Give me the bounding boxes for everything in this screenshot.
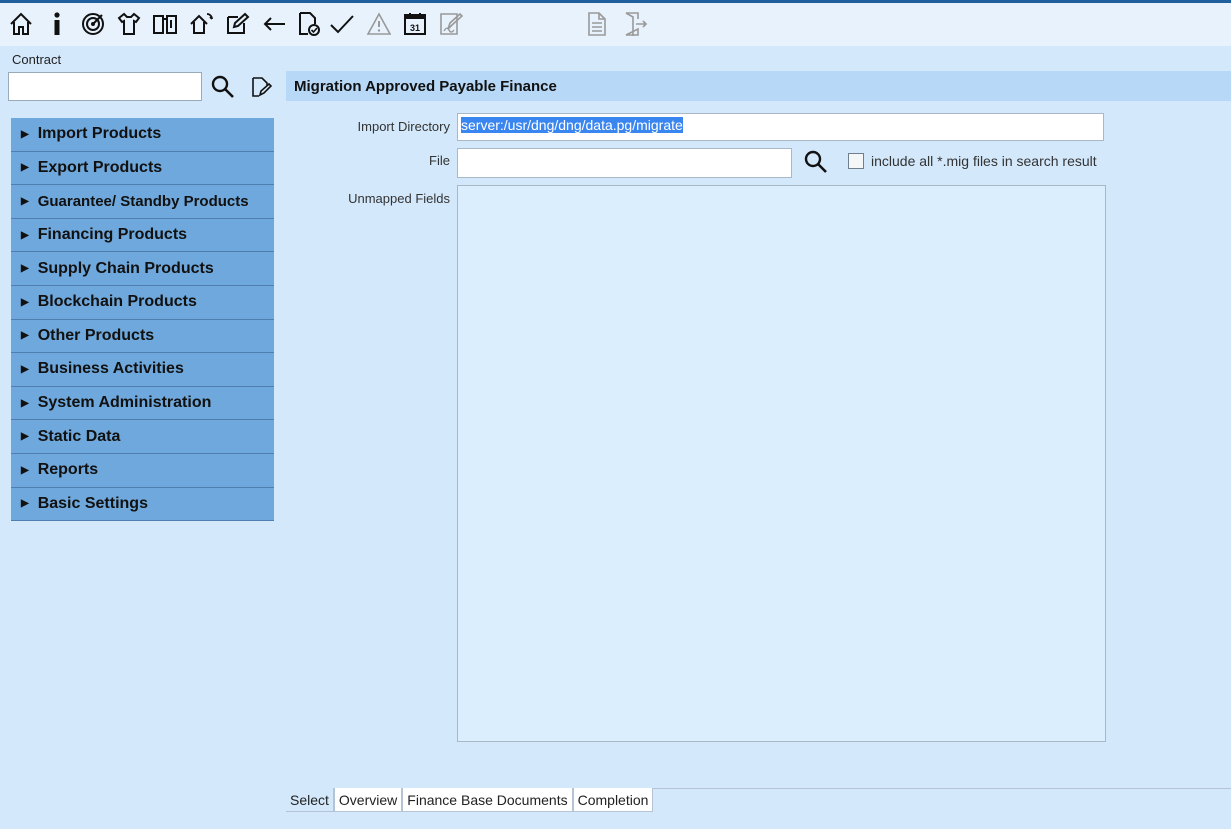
expand-arrow-icon: ▶ bbox=[21, 330, 29, 342]
menu-item-label: Import Products bbox=[37, 125, 162, 143]
file-label: File bbox=[429, 153, 450, 168]
contract-label: Contract bbox=[12, 52, 62, 67]
expand-arrow-icon: ▶ bbox=[21, 363, 29, 375]
panel-title: Migration Approved Payable Finance bbox=[286, 71, 1231, 101]
menu-item-blockchain-products[interactable]: ▶ Blockchain Products bbox=[11, 285, 274, 320]
tab-completion[interactable]: Completion bbox=[572, 788, 654, 812]
book-icon[interactable] bbox=[150, 9, 180, 39]
include-mig-files-label: include all *.mig files in search result bbox=[871, 153, 1097, 169]
tab-finance-base-documents[interactable]: Finance Base Documents bbox=[402, 788, 573, 812]
menu-item-label: Guarantee/ Standby Products bbox=[37, 192, 249, 210]
menu-item-label: Export Products bbox=[37, 158, 163, 176]
menu-item-basic-settings[interactable]: ▶ Basic Settings bbox=[11, 487, 274, 522]
menu-item-label: Blockchain Products bbox=[37, 293, 197, 311]
tab-select[interactable]: Select bbox=[286, 788, 334, 812]
expand-arrow-icon: ▶ bbox=[21, 296, 29, 308]
menu-item-supply-chain-products[interactable]: ▶ Supply Chain Products bbox=[11, 252, 274, 286]
expand-arrow-icon: ▶ bbox=[21, 464, 29, 476]
import-directory-label: Import Directory bbox=[357, 119, 450, 134]
document-edit-icon[interactable] bbox=[248, 75, 273, 99]
import-directory-input[interactable]: server:/usr/dng/dng/data.pg/migrate bbox=[457, 113, 1104, 141]
menu-item-financing-products[interactable]: ▶ Financing Products bbox=[11, 218, 274, 253]
toolbar: 31 bbox=[0, 3, 1231, 46]
menu-item-reports[interactable]: ▶ Reports bbox=[11, 453, 274, 488]
menu-item-label: Other Products bbox=[37, 326, 155, 344]
menu-item-label: Static Data bbox=[37, 427, 121, 445]
menu-item-label: Reports bbox=[37, 461, 99, 479]
import-directory-value: server:/usr/dng/dng/data.pg/migrate bbox=[461, 117, 683, 133]
calendar-icon[interactable]: 31 bbox=[400, 9, 430, 39]
menu-item-business-activities[interactable]: ▶ Business Activities bbox=[11, 353, 274, 387]
expand-arrow-icon: ▶ bbox=[21, 128, 29, 140]
warning-icon[interactable] bbox=[364, 9, 394, 39]
menu-item-label: Business Activities bbox=[37, 360, 184, 378]
menu-item-other-products[interactable]: ▶ Other Products bbox=[11, 319, 274, 354]
shirt-icon[interactable] bbox=[114, 9, 144, 39]
document-icon[interactable] bbox=[582, 9, 612, 39]
expand-arrow-icon: ▶ bbox=[21, 397, 29, 409]
menu-item-export-products[interactable]: ▶ Export Products bbox=[11, 151, 274, 186]
menu-item-label: Financing Products bbox=[37, 226, 188, 244]
target-icon[interactable] bbox=[78, 9, 108, 39]
expand-arrow-icon: ▶ bbox=[21, 162, 29, 174]
unmapped-fields-textarea[interactable] bbox=[457, 185, 1106, 742]
menu-item-label: System Administration bbox=[37, 394, 212, 412]
expand-arrow-icon: ▶ bbox=[21, 195, 29, 207]
menu-item-import-products[interactable]: ▶ Import Products bbox=[11, 118, 274, 152]
navigation-menu: ▶ Import Products ▶ Export Products ▶ Guara… bbox=[11, 118, 274, 522]
search-icon[interactable] bbox=[210, 74, 236, 100]
document-check-icon[interactable] bbox=[294, 9, 324, 39]
expand-arrow-icon: ▶ bbox=[21, 431, 29, 443]
tab-bar: Select Overview Finance Base Documents C… bbox=[286, 788, 654, 812]
checkmark-icon[interactable] bbox=[327, 9, 357, 39]
house-sync-icon[interactable] bbox=[186, 9, 216, 39]
back-arrow-icon[interactable] bbox=[259, 9, 289, 39]
search-icon[interactable] bbox=[803, 149, 829, 175]
menu-item-label: Supply Chain Products bbox=[37, 259, 214, 277]
contract-input[interactable] bbox=[8, 72, 202, 101]
menu-item-static-data[interactable]: ▶ Static Data bbox=[11, 420, 274, 454]
info-icon[interactable] bbox=[42, 9, 72, 39]
tab-overview[interactable]: Overview bbox=[333, 788, 403, 812]
menu-item-system-administration[interactable]: ▶ System Administration bbox=[11, 386, 274, 421]
menu-item-guarantee-standby-products[interactable]: ▶ Guarantee/ Standby Products bbox=[11, 185, 274, 219]
menu-item-label: Basic Settings bbox=[37, 494, 148, 512]
signature-icon[interactable] bbox=[436, 9, 466, 39]
expand-arrow-icon: ▶ bbox=[21, 229, 29, 241]
svg-text:31: 31 bbox=[410, 23, 420, 33]
home-icon[interactable] bbox=[6, 9, 36, 39]
exit-icon[interactable] bbox=[620, 9, 650, 39]
edit-icon[interactable] bbox=[222, 9, 252, 39]
expand-arrow-icon: ▶ bbox=[21, 498, 29, 510]
include-mig-files-checkbox[interactable] bbox=[848, 153, 864, 169]
file-input[interactable] bbox=[457, 148, 792, 178]
expand-arrow-icon: ▶ bbox=[21, 263, 29, 275]
unmapped-fields-label: Unmapped Fields bbox=[348, 191, 450, 206]
